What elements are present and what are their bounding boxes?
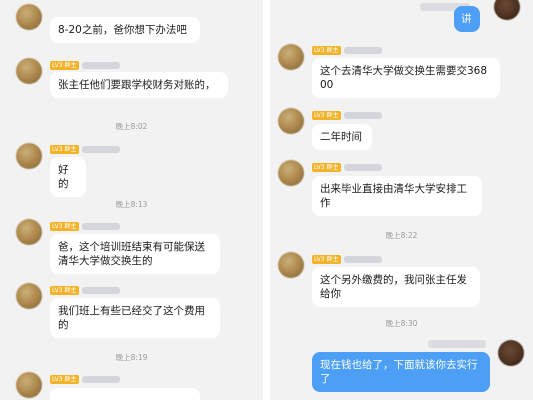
sender-name-blurred: [81, 375, 120, 383]
message-bubble: [50, 388, 200, 400]
message-bubble: 张主任他们要跟学校财务对账的，: [50, 72, 228, 98]
sender-name-blurred: [81, 222, 120, 230]
timestamp: 晚上8:19: [115, 353, 148, 362]
message-bubble: 好的: [50, 157, 86, 197]
avatar[interactable]: [16, 4, 42, 30]
avatar[interactable]: [16, 58, 42, 84]
avatar[interactable]: [278, 160, 304, 186]
chat-panel-right[interactable]: 讲 LV3 群主 这个去清华大学做交换生需要交36800 LV3 群主 二年时间…: [270, 0, 533, 400]
sender-name-blurred: [81, 145, 120, 153]
timestamp: 晚上8:22: [385, 231, 418, 240]
message-bubble: 我们班上有些已经交了这个费用的: [50, 298, 220, 338]
sender-name-blurred: [343, 255, 382, 263]
my-avatar[interactable]: [494, 0, 520, 20]
timestamp: 晚上8:02: [115, 122, 148, 131]
sender-name-blurred: [343, 111, 382, 119]
sender-name-blurred: [343, 46, 382, 54]
message-bubble: 爸，这个培训班结束有可能保送清华大学做交换生的: [50, 234, 220, 274]
level-badge: LV3 群主: [50, 285, 79, 295]
avatar[interactable]: [278, 44, 304, 70]
sender-name-row: LV3 群主: [312, 45, 382, 55]
timestamp: 晚上8:30: [385, 319, 418, 328]
sender-name-blurred: [81, 61, 120, 69]
sender-name-blurred: [81, 286, 120, 294]
level-badge: LV3 群主: [312, 45, 341, 55]
level-badge: LV3 群主: [50, 221, 79, 231]
avatar[interactable]: [16, 372, 42, 398]
level-badge: LV3 群主: [312, 254, 341, 264]
message-bubble: 这个去清华大学做交换生需要交36800: [312, 58, 500, 98]
level-badge: LV3 群主: [50, 374, 79, 384]
level-badge: LV3 群主: [50, 60, 79, 70]
sender-name-blurred: [428, 340, 486, 348]
message-bubble: 8-20之前，爸你想下办法吧: [50, 17, 200, 43]
message-bubble: 出来毕业直接由清华大学安排工作: [312, 176, 482, 216]
sender-name-row: LV3 群主: [50, 144, 120, 154]
message-bubble: 二年时间: [312, 124, 372, 150]
level-badge: LV3 群主: [312, 110, 341, 120]
my-avatar[interactable]: [498, 340, 524, 366]
avatar[interactable]: [278, 108, 304, 134]
avatar[interactable]: [16, 219, 42, 245]
avatar[interactable]: [16, 283, 42, 309]
sender-name-row: LV3 群主: [50, 374, 120, 384]
sender-name-row: LV3 群主: [50, 221, 120, 231]
level-badge: LV3 群主: [312, 162, 341, 172]
chat-panel-left[interactable]: 8-20之前，爸你想下办法吧 LV3 群主 张主任他们要跟学校财务对账的， 晚上…: [0, 0, 263, 400]
sender-name-row: LV3 群主: [50, 60, 120, 70]
my-message-bubble: 现在钱也给了，下面就该你去实行了: [312, 352, 490, 392]
sender-name-row: LV3 群主: [312, 162, 382, 172]
sender-name-row: LV3 群主: [312, 110, 382, 120]
message-bubble: 这个另外缴费的，我问张主任发给你: [312, 267, 480, 307]
level-badge: LV3 群主: [50, 144, 79, 154]
sender-name-row: LV3 群主: [50, 285, 120, 295]
timestamp: 晚上8:13: [115, 200, 148, 209]
avatar[interactable]: [16, 143, 42, 169]
avatar[interactable]: [278, 252, 304, 278]
sender-name-row: LV3 群主: [312, 254, 382, 264]
my-message-bubble: 讲: [454, 6, 480, 32]
sender-name-blurred: [343, 163, 382, 171]
